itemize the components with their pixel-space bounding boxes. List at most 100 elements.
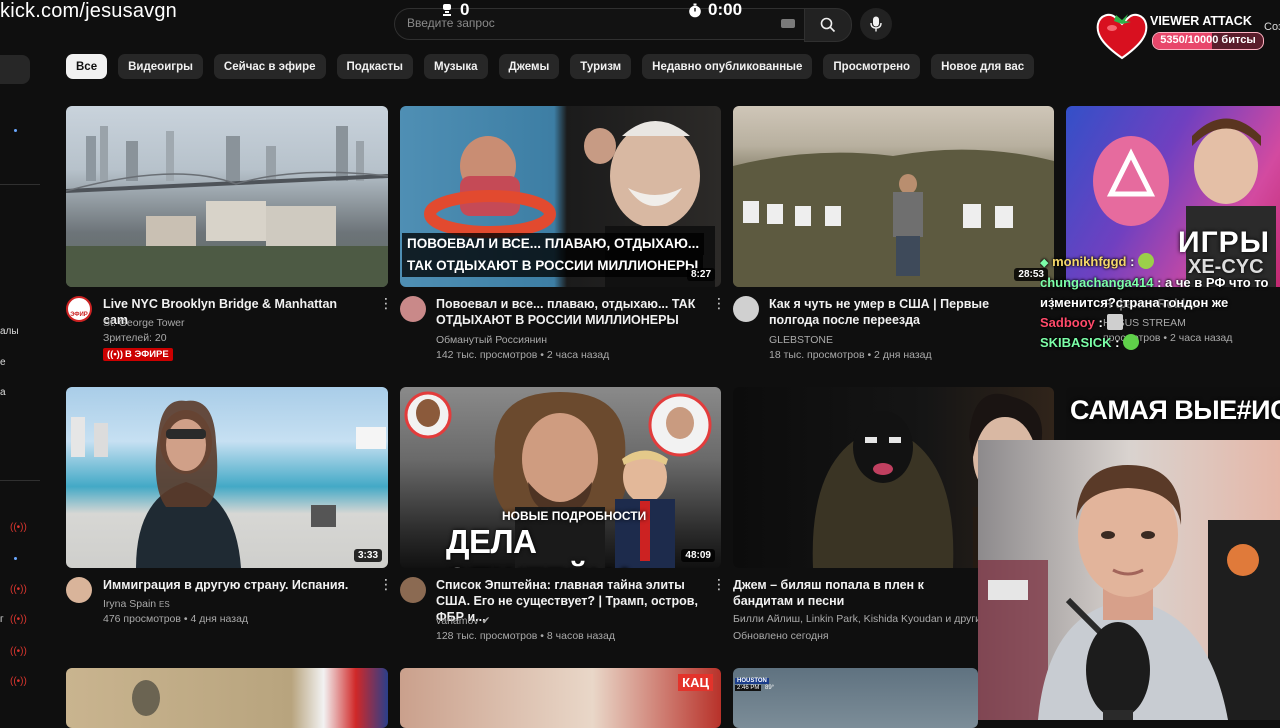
chat-username: Sadbooy (1040, 315, 1095, 330)
chip-music[interactable]: Музыка (423, 54, 488, 79)
video-title[interactable]: Иммиграция в другую страну. Испания. (103, 577, 365, 593)
chip-recently-uploaded[interactable]: Недавно опубликованные (642, 54, 813, 79)
chip-videogames[interactable]: Видеоигры (118, 54, 203, 79)
create-button-fragment[interactable]: Созд (1264, 21, 1280, 33)
stopwatch-icon (689, 3, 701, 17)
live-icon: ((•)) (10, 676, 27, 687)
viewer-attack-progress: 5350/10000 битсы (1152, 32, 1264, 50)
chat-message: Sadbooy : (1040, 313, 1280, 333)
sidebar-item-fragment[interactable]: алы (0, 326, 19, 337)
chip-watched[interactable]: Просмотрено (823, 54, 921, 79)
emote-icon (1106, 314, 1123, 330)
badge-icon: ◆ (1040, 257, 1049, 269)
sidebar-divider (0, 184, 40, 185)
channel-name[interactable]: GLEBSTONE (769, 333, 833, 348)
live-icon: ((•)) (10, 614, 27, 625)
voice-search-button[interactable] (860, 8, 892, 40)
live-badge: ((•)) В ЭФИРЕ (103, 348, 173, 361)
video-thumbnail[interactable]: САМАЯ ВЫЕ#ИСТА (1066, 387, 1280, 447)
video-duration: 3:33 (353, 549, 382, 562)
more-options-icon[interactable]: ⋮ (379, 577, 393, 591)
microphone-icon (870, 16, 882, 32)
timer-value: 0:00 (708, 0, 743, 19)
thumbnail-text: НОВЫЕ ПОДРОБНОСТИ (502, 509, 647, 523)
thumbnail-text: ДЕЛА ЭПШТЕЙНА (446, 523, 636, 568)
chat-message: SKIBASICK : (1040, 333, 1280, 353)
video-meta: 142 тыс. просмотров • 2 часа назад (436, 349, 610, 361)
thumbnail-caption: ТАК ОТДЫХАЮТ В РОССИИ МИЛЛИОНЕРЫ (402, 255, 704, 277)
emote-icon (1123, 334, 1140, 350)
thumbnail-badge: КАЦ (678, 674, 713, 691)
chip-podcasts[interactable]: Подкасты (336, 54, 413, 79)
stream-url-watermark: kick.com/jesusavgn (0, 0, 177, 22)
thumbnail-illustration (733, 149, 1054, 287)
video-thumbnail[interactable]: 3:33 (66, 387, 388, 568)
channel-name[interactable]: varlamov ✔ (436, 614, 490, 629)
video-thumbnail[interactable]: НОВЫЕ ПОДРОБНОСТИ ДЕЛА ЭПШТЕЙНА 48:09 (400, 387, 721, 568)
video-thumbnail[interactable]: HOUSTON 2:46 PM 89° (733, 668, 978, 728)
video-meta: 476 просмотров • 4 дня назад (103, 613, 249, 625)
sidebar-dot (14, 129, 17, 132)
live-icon: ((•)) (10, 584, 27, 595)
sidebar-item-fragment[interactable]: а (0, 387, 6, 398)
chip-tourism[interactable]: Туризм (570, 54, 632, 79)
search-icon (820, 17, 836, 33)
sidebar-divider (0, 480, 40, 481)
sidebar-item-fragment[interactable]: е (0, 357, 6, 368)
live-icon: ((•)) (107, 349, 123, 360)
live-icon: ((•)) (10, 646, 27, 657)
viewer-attack-widget: VIEWER ATTACK 5350/10000 битсы Созд (1094, 8, 1280, 60)
chat-text: : (1115, 335, 1120, 350)
channel-avatar[interactable] (400, 577, 426, 603)
viewer-attack-progress-text: 5350/10000 битсы (1160, 34, 1256, 46)
channel-name[interactable]: Iryna Spain ES (103, 597, 170, 612)
video-thumbnail[interactable] (66, 106, 388, 287)
channel-name-text: varlamov (436, 615, 479, 627)
video-title[interactable]: Как я чуть не умер в США | Первые полгод… (769, 296, 1031, 328)
video-meta: 18 тыс. просмотров • 2 дня назад (769, 349, 932, 361)
sidebar-item-fragment[interactable]: г (0, 614, 4, 625)
video-title[interactable]: Повоевал и все... плаваю, отдыхаю... ТАК… (436, 296, 698, 328)
video-thumbnail[interactable]: КАЦ (400, 668, 721, 728)
channel-country: ES (159, 600, 170, 609)
stream-chat-overlay: ◆ monikhfggd : chungachanga414 : а че в … (1040, 252, 1280, 353)
more-options-icon[interactable]: ⋮ (712, 577, 726, 591)
channel-avatar[interactable] (400, 296, 426, 322)
avatar-live-label: ЭФИР (70, 312, 88, 318)
search-button[interactable] (804, 8, 852, 42)
counter-value: 0 (460, 0, 470, 19)
thumbnail-text: САМАЯ ВЫЕ#ИСТА (1070, 395, 1280, 425)
chip-new-for-you[interactable]: Новое для вас (931, 54, 1035, 79)
video-thumbnail[interactable]: 28:53 (733, 106, 1054, 287)
video-meta: 128 тыс. просмотров • 8 часов назад (436, 630, 615, 642)
news-temperature: 89° (765, 685, 775, 691)
trophy-icon (443, 4, 451, 16)
chat-username: chungachanga414 (1040, 275, 1154, 290)
tomato-heart-icon (1096, 13, 1148, 60)
emote-icon (1138, 253, 1155, 269)
chat-message: chungachanga414 : а че в РФ что то измен… (1040, 273, 1280, 313)
chat-username: monikhfggd (1052, 254, 1127, 269)
video-thumbnail[interactable] (66, 668, 388, 728)
channel-avatar[interactable] (66, 577, 92, 603)
video-thumbnail[interactable]: ПОВОЕВАЛ И ВСЕ... ПЛАВАЮ, ОТДЫХАЮ... ТАК… (400, 106, 721, 287)
keyboard-icon[interactable] (781, 19, 795, 28)
channel-name[interactable]: Обманутый Россиянин (436, 333, 547, 348)
verified-icon: ✔ (481, 615, 491, 627)
more-options-icon[interactable]: ⋮ (379, 296, 393, 310)
sidebar-item-home[interactable] (0, 55, 30, 84)
video-title[interactable]: Джем – биляш попала в плен к бандитам и … (733, 577, 978, 609)
chip-jams[interactable]: Джемы (498, 54, 560, 79)
channel-name[interactable]: Билли Айлиш, Linkin Park, Kishida Kyouda… (733, 612, 978, 627)
channel-name[interactable]: St. George Tower (103, 316, 185, 331)
live-icon: ((•)) (10, 522, 27, 533)
live-badge-label: В ЭФИРЕ (124, 349, 169, 360)
channel-avatar[interactable] (733, 296, 759, 322)
channel-avatar[interactable]: ЭФИР (66, 296, 92, 322)
video-meta: Обновлено сегодня (733, 630, 829, 642)
chip-live-now[interactable]: Сейчас в эфире (213, 54, 326, 79)
news-location-tag: HOUSTON (735, 678, 769, 684)
chip-all[interactable]: Все (66, 54, 108, 79)
more-options-icon[interactable]: ⋮ (712, 296, 726, 310)
thumbnail-illustration (71, 400, 386, 568)
